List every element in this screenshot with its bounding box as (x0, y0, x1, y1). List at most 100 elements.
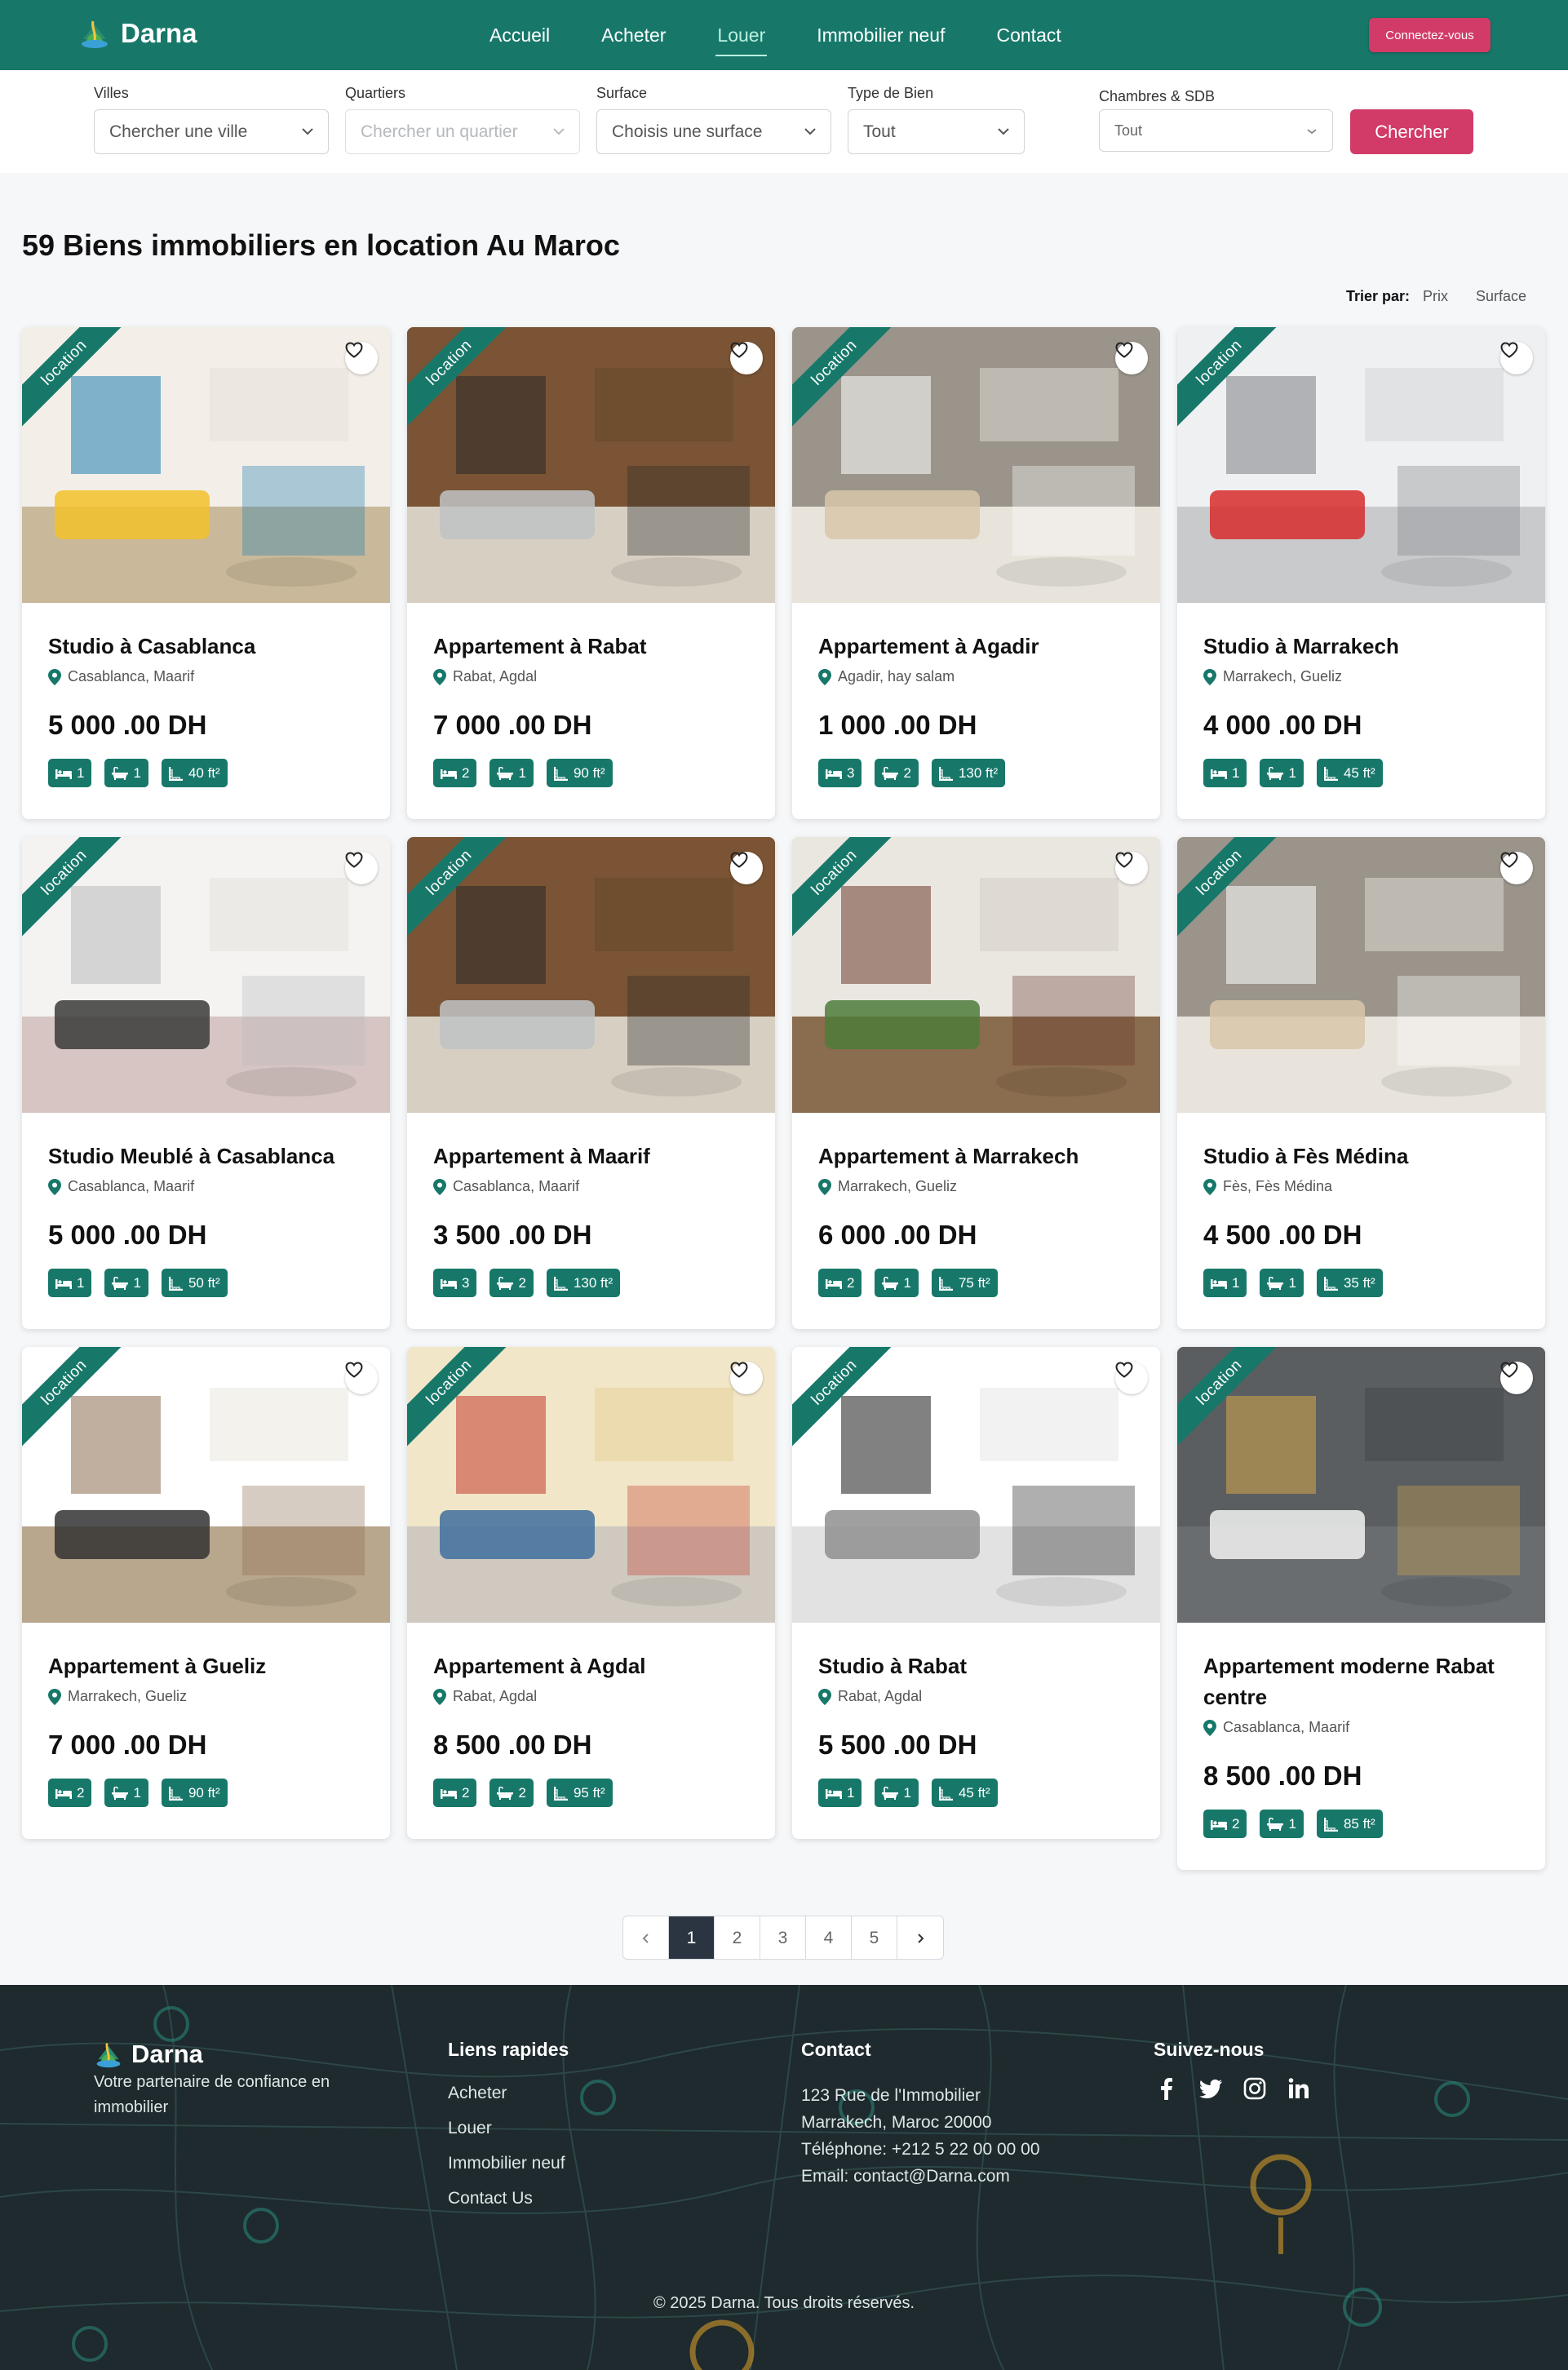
nav-link-acheter[interactable]: Acheter (601, 18, 666, 53)
listing-card[interactable]: location Appartement à Rabat Rabat, Agda… (407, 327, 775, 819)
listing-title[interactable]: Studio à Marrakech (1203, 631, 1519, 662)
listing-card[interactable]: location Appartement à Gueliz Marrakech,… (22, 1347, 390, 1839)
sort-by-price[interactable]: Prix (1423, 288, 1448, 305)
page-button-3[interactable]: 3 (760, 1916, 806, 1959)
bathtub-icon (1267, 1817, 1284, 1831)
listing-title[interactable]: Appartement à Rabat (433, 631, 749, 662)
listing-features: 1 1 40 ft² (48, 759, 364, 787)
listing-image[interactable]: location (22, 1347, 390, 1623)
listing-image[interactable]: location (22, 327, 390, 603)
listing-title[interactable]: Studio à Rabat (818, 1650, 1134, 1681)
favorite-button[interactable] (1115, 342, 1148, 374)
favorite-button[interactable] (1115, 1362, 1148, 1394)
listing-card[interactable]: location Studio à Rabat Rabat, Agdal 5 5… (792, 1347, 1160, 1839)
listing-image[interactable]: location (1177, 1347, 1545, 1623)
favorite-button[interactable] (730, 852, 763, 884)
listing-title[interactable]: Appartement à Agdal (433, 1650, 749, 1681)
nav-link-immobilier-neuf[interactable]: Immobilier neuf (817, 18, 945, 53)
footer-logo[interactable]: Darna (94, 2039, 371, 2070)
footer-link-acheter[interactable]: Acheter (448, 2075, 569, 2111)
listing-image[interactable]: location (792, 837, 1160, 1113)
footer-link-contact[interactable]: Contact Us (448, 2181, 569, 2216)
surface-select[interactable]: Choisis une surface (596, 109, 831, 154)
chevron-down-icon (1307, 129, 1317, 135)
listing-image[interactable]: location (22, 837, 390, 1113)
instagram-icon[interactable] (1242, 2075, 1268, 2102)
listing-image[interactable]: location (407, 837, 775, 1113)
bed-icon (826, 1788, 842, 1799)
bathrooms-count: 1 (903, 1274, 911, 1291)
listing-location-text: Marrakech, Gueliz (1223, 668, 1343, 684)
listing-card[interactable]: location Studio à Fès Médina Fès, Fès Mé… (1177, 837, 1545, 1329)
listing-title[interactable]: Studio Meublé à Casablanca (48, 1141, 364, 1172)
city-select[interactable]: Chercher une ville (94, 109, 329, 154)
listing-title[interactable]: Appartement moderne Rabat centre (1203, 1650, 1519, 1712)
listing-image[interactable]: location (792, 327, 1160, 603)
bedrooms-badge: 3 (433, 1269, 477, 1297)
listing-image[interactable]: location (407, 327, 775, 603)
prev-page-button[interactable] (623, 1916, 669, 1959)
bathrooms-badge: 1 (104, 1779, 148, 1807)
bathtub-icon (1267, 1276, 1284, 1290)
page-button-4[interactable]: 4 (806, 1916, 852, 1959)
listing-card[interactable]: location Studio à Casablanca Casablanca,… (22, 327, 390, 819)
favorite-button[interactable] (730, 1362, 763, 1394)
listing-price: 8 500 .00 DH (433, 1730, 592, 1760)
footer-link-louer[interactable]: Louer (448, 2111, 569, 2146)
listing-location: Fès, Fès Médina (1203, 1178, 1519, 1195)
rooms-select[interactable]: Tout (1099, 109, 1333, 152)
facebook-icon[interactable] (1154, 2075, 1180, 2102)
bed-icon (1211, 1278, 1227, 1289)
favorite-button[interactable] (1115, 852, 1148, 884)
listing-card[interactable]: location Studio à Marrakech Marrakech, G… (1177, 327, 1545, 819)
listing-card[interactable]: location Appartement à Agdal Rabat, Agda… (407, 1347, 775, 1839)
listing-location: Marrakech, Gueliz (48, 1688, 364, 1705)
search-button[interactable]: Chercher (1350, 109, 1473, 154)
page-button-5[interactable]: 5 (852, 1916, 897, 1959)
page-button-1[interactable]: 1 (669, 1916, 715, 1959)
property-type-select[interactable]: Tout (848, 109, 1025, 154)
favorite-button[interactable] (345, 342, 378, 374)
listing-image[interactable]: location (407, 1347, 775, 1623)
brand-logo[interactable]: Darna (78, 16, 197, 51)
page-button-2[interactable]: 2 (715, 1916, 760, 1959)
bathrooms-count: 2 (903, 764, 911, 781)
login-button[interactable]: Connectez-vous (1369, 18, 1490, 52)
sort-by-surface[interactable]: Surface (1476, 288, 1526, 305)
linkedin-icon[interactable] (1286, 2075, 1312, 2102)
bathrooms-badge: 1 (1260, 1810, 1304, 1838)
listing-title[interactable]: Appartement à Gueliz (48, 1650, 364, 1681)
favorite-button[interactable] (345, 1362, 378, 1394)
favorite-button[interactable] (1500, 1362, 1533, 1394)
ruler-area-icon (553, 766, 568, 781)
listing-title[interactable]: Appartement à Maarif (433, 1141, 749, 1172)
listing-title[interactable]: Appartement à Marrakech (818, 1141, 1134, 1172)
favorite-button[interactable] (730, 342, 763, 374)
contact-email[interactable]: Email: contact@Darna.com (801, 2163, 1040, 2190)
listing-card[interactable]: location Appartement à Agadir Agadir, ha… (792, 327, 1160, 819)
twitter-icon[interactable] (1198, 2075, 1224, 2102)
nav-link-contact[interactable]: Contact (996, 18, 1061, 53)
listing-image[interactable]: location (1177, 327, 1545, 603)
listing-title[interactable]: Studio à Casablanca (48, 631, 364, 662)
favorite-button[interactable] (1500, 342, 1533, 374)
bathrooms-badge: 2 (489, 1269, 534, 1297)
favorite-button[interactable] (345, 852, 378, 884)
listing-image[interactable]: location (792, 1347, 1160, 1623)
listing-card[interactable]: location Studio Meublé à Casablanca Casa… (22, 837, 390, 1329)
listing-card[interactable]: location Appartement à Maarif Casablanca… (407, 837, 775, 1329)
listing-image[interactable]: location (1177, 837, 1545, 1113)
chevron-down-icon (998, 128, 1009, 135)
listing-card[interactable]: location Appartement à Marrakech Marrake… (792, 837, 1160, 1329)
listing-title[interactable]: Appartement à Agadir (818, 631, 1134, 662)
favorite-button[interactable] (1500, 852, 1533, 884)
district-select[interactable]: Chercher un quartier (345, 109, 580, 154)
next-page-button[interactable] (897, 1916, 943, 1959)
listing-title[interactable]: Studio à Fès Médina (1203, 1141, 1519, 1172)
heart-icon (1500, 342, 1518, 358)
bedrooms-count: 3 (462, 1274, 470, 1291)
nav-link-louer[interactable]: Louer (715, 18, 768, 56)
listing-card[interactable]: location Appartement moderne Rabat centr… (1177, 1347, 1545, 1870)
nav-link-accueil[interactable]: Accueil (489, 18, 550, 53)
footer-link-immobilier-neuf[interactable]: Immobilier neuf (448, 2146, 569, 2181)
